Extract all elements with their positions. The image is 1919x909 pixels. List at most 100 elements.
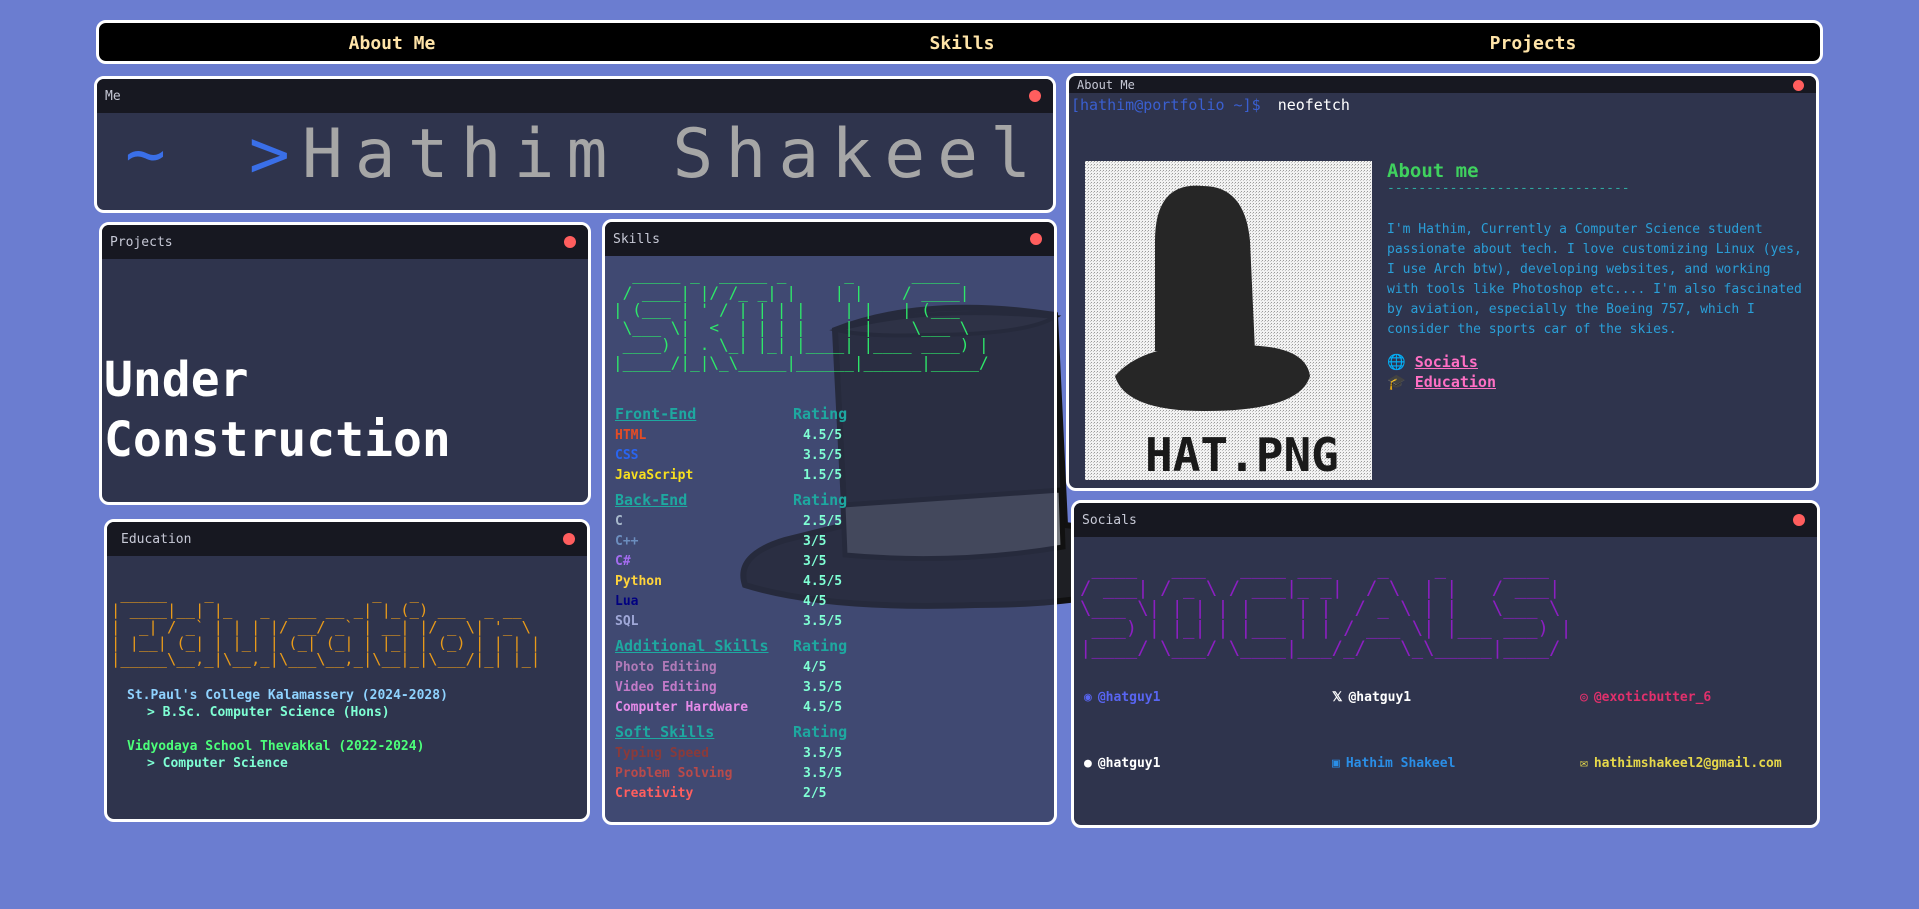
skill-name: SQL [615, 614, 639, 629]
close-icon[interactable] [1793, 514, 1805, 526]
me-titlebar: Me [97, 79, 1053, 113]
terminal-command: neofetch [1277, 96, 1350, 114]
skill-rating: 4/5 [803, 594, 827, 609]
skill-name: Creativity [615, 786, 694, 801]
linkedin-icon: ▣ [1332, 756, 1340, 771]
skill-name: C [615, 514, 623, 529]
skills-titlebar: Skills [605, 222, 1054, 256]
skill-rating: 3/5 [803, 554, 827, 569]
x-icon: 𝕏 [1332, 690, 1343, 705]
education-ascii-art: _____ _ _ _ | ____|__| |_ _ ___ __ _| |_… [111, 585, 541, 669]
skill-rating: 2.5/5 [803, 514, 843, 529]
close-icon[interactable] [564, 236, 576, 248]
skill-name: C++ [615, 534, 639, 549]
about-divider: ------------------------------- [1387, 181, 1630, 196]
skill-section-heading: Additional Skills [615, 637, 769, 655]
social-link[interactable]: ◎ @exoticbutter_6 [1580, 690, 1711, 705]
skill-rating: 3.5/5 [803, 746, 843, 761]
education-school: St.Paul's College Kalamassery (2024-2028… [127, 688, 448, 703]
github-icon: ● [1084, 756, 1092, 771]
education-school: Vidyodaya School Thevakkal (2022-2024) [127, 739, 425, 754]
terminal-prompt: [hathim@portfolio ~]$ [1071, 96, 1261, 114]
rating-heading: Rating [793, 491, 848, 509]
close-icon[interactable] [1793, 79, 1804, 91]
about-title: About Me [1077, 77, 1135, 92]
education-course: > B.Sc. Computer Science (Hons) [147, 705, 390, 720]
social-link[interactable]: ✉ hathimshakeel2@gmail.com [1580, 756, 1782, 771]
close-icon[interactable] [1029, 90, 1041, 102]
social-label: @hatguy1 [1097, 690, 1161, 705]
social-label: hathimshakeel2@gmail.com [1593, 756, 1782, 771]
skill-rating: 4.5/5 [803, 428, 843, 443]
skill-rating: 3/5 [803, 534, 827, 549]
hat-image-caption: HAT.PNG [1145, 428, 1339, 480]
nav-skills[interactable]: Skills [929, 33, 994, 54]
socials-title: Socials [1082, 512, 1137, 528]
skill-name: JavaScript [615, 468, 694, 483]
skill-rating: 3.5/5 [803, 766, 843, 781]
socials-window: Socials ____ ___ ____ ___ _ _ ____ / ___… [1071, 500, 1820, 828]
rating-heading: Rating [793, 723, 848, 741]
education-window: Education _____ _ _ _ | ____|__| |_ _ __… [104, 519, 590, 822]
social-label: @hatguy1 [1097, 756, 1161, 771]
skill-name: Video Editing [615, 680, 717, 695]
skill-name: Computer Hardware [615, 700, 749, 715]
skills-window: Skills _____ _ _____ _ _ _____ / ____| |… [602, 219, 1057, 825]
discord-icon: ◉ [1084, 690, 1092, 705]
socials-link-label: Socials [1414, 353, 1478, 371]
skill-name: Photo Editing [615, 660, 717, 675]
instagram-icon: ◎ [1580, 690, 1588, 705]
prompt-tilde: ~ [125, 115, 178, 194]
social-link[interactable]: ● @hatguy1 [1084, 756, 1160, 771]
me-window: Me ~ >Hathim Shakeel [94, 76, 1056, 213]
close-icon[interactable] [1030, 233, 1042, 245]
about-titlebar: About Me [1069, 76, 1816, 93]
education-link[interactable]: 🎓 Education [1387, 372, 1807, 392]
nav-about-me[interactable]: About Me [349, 33, 436, 54]
skills-title: Skills [613, 231, 660, 247]
about-window: About Me [hathim@portfolio ~]$ neofetch … [1066, 73, 1819, 491]
education-titlebar: Education [107, 522, 587, 556]
about-heading: About me [1387, 160, 1479, 182]
name-heading: Hathim Shakeel [301, 115, 1044, 194]
skill-rating: 3.5/5 [803, 614, 843, 629]
socials-ascii-art: ____ ___ ____ ___ _ _ ____ / ___| / _ \ … [1080, 557, 1572, 659]
hat-ascii-image: HAT.PNG [1085, 161, 1372, 480]
graduation-icon: 🎓 [1387, 373, 1406, 391]
skill-name: HTML [615, 428, 647, 443]
me-title: Me [105, 88, 121, 104]
rating-heading: Rating [793, 405, 848, 423]
skill-rating: 4.5/5 [803, 574, 843, 589]
top-nav: About Me Skills Projects [96, 20, 1823, 64]
skill-rating: 1.5/5 [803, 468, 843, 483]
close-icon[interactable] [563, 533, 575, 545]
skill-rating: 4.5/5 [803, 700, 843, 715]
nav-projects[interactable]: Projects [1490, 33, 1577, 54]
social-label: Hathim Shakeel [1345, 756, 1456, 771]
social-label: @hatguy1 [1348, 690, 1412, 705]
socials-link[interactable]: 🌐 Socials [1387, 352, 1807, 372]
skill-section-heading: Back-End [615, 491, 688, 509]
under-text: Under [104, 352, 249, 408]
social-link[interactable]: ▣ Hathim Shakeel [1332, 756, 1455, 771]
skill-rating: 3.5/5 [803, 680, 843, 695]
skill-name: Problem Solving [615, 766, 733, 781]
skill-rating: 4/5 [803, 660, 827, 675]
social-link[interactable]: 𝕏 @hatguy1 [1332, 690, 1411, 705]
education-link-label: Education [1414, 373, 1496, 391]
about-text: I'm Hathim, Currently a Computer Science… [1387, 222, 1802, 337]
skill-section-heading: Front-End [615, 405, 697, 423]
social-label: @exoticbutter_6 [1593, 690, 1712, 705]
skill-name: Typing Speed [615, 746, 709, 761]
skills-ascii-art: _____ _ _____ _ _ _____ / ____| |/ /_ _|… [613, 265, 989, 372]
skill-rating: 2/5 [803, 786, 827, 801]
skill-name: Lua [615, 594, 639, 609]
education-title: Education [121, 531, 192, 547]
skill-rating: 3.5/5 [803, 448, 843, 463]
projects-title: Projects [110, 234, 173, 250]
mail-icon: ✉ [1580, 756, 1588, 771]
rating-heading: Rating [793, 637, 848, 655]
projects-titlebar: Projects [102, 225, 588, 259]
projects-window: Projects Under Construction [99, 222, 591, 505]
social-link[interactable]: ◉ @hatguy1 [1084, 690, 1160, 705]
